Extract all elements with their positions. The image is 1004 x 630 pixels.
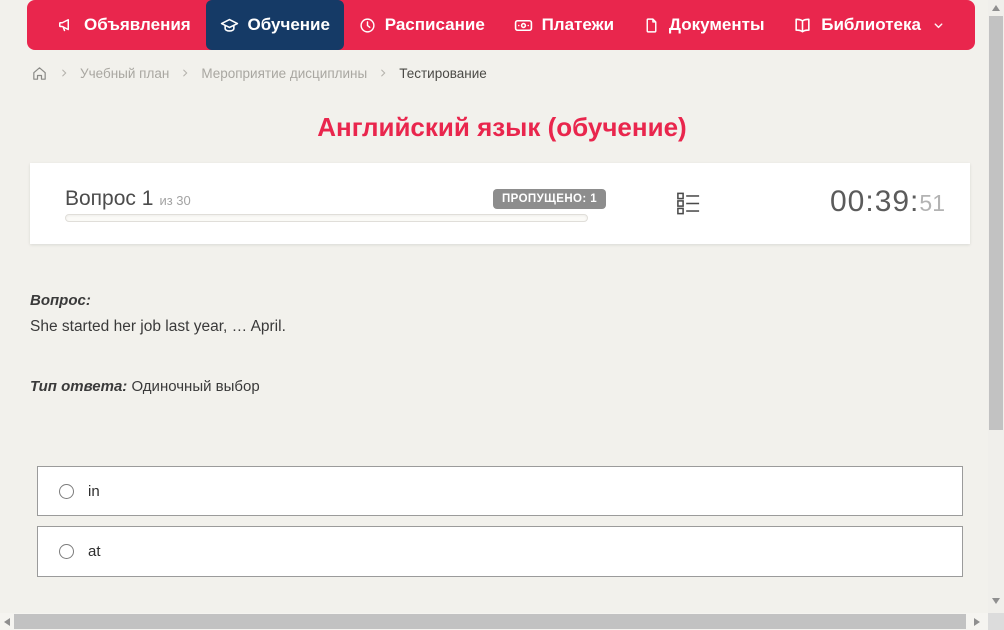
- breadcrumb-discipline-event[interactable]: Мероприятие дисциплины: [201, 66, 367, 81]
- question-total-label: из 30: [159, 193, 190, 208]
- scroll-up-arrow-icon[interactable]: [992, 5, 1000, 11]
- nav-item-label: Документы: [669, 15, 765, 35]
- breadcrumb-separator-icon: [378, 68, 388, 78]
- answer-type-value: Одиночный выбор: [131, 378, 259, 395]
- document-icon: [643, 17, 660, 34]
- question-number-label: Вопрос 1: [65, 187, 153, 210]
- breadcrumb-separator-icon: [180, 68, 190, 78]
- breadcrumb-testing: Тестирование: [399, 66, 487, 81]
- answer-option-at[interactable]: at: [37, 526, 963, 577]
- radio-button[interactable]: [59, 484, 74, 499]
- megaphone-icon: [57, 16, 75, 34]
- nav-item-label: Платежи: [542, 15, 615, 35]
- question-header-card: Вопрос 1 из 30 ПРОПУЩЕНО: 1 00:39:51: [30, 163, 970, 244]
- horizontal-scrollbar[interactable]: [0, 613, 988, 630]
- nav-item-learning[interactable]: Обучение: [206, 0, 344, 50]
- scrollbar-corner: [988, 613, 1004, 630]
- breadcrumb-curriculum[interactable]: Учебный план: [80, 66, 169, 81]
- answer-type-label: Тип ответа:: [30, 378, 127, 395]
- nav-item-schedule[interactable]: Расписание: [345, 0, 499, 50]
- horizontal-scrollbar-thumb[interactable]: [14, 614, 966, 629]
- home-icon[interactable]: [31, 65, 48, 82]
- test-page: Объявления Обучение Расписание Платежи Д: [0, 0, 1004, 630]
- nav-item-label: Объявления: [84, 15, 191, 35]
- nav-item-label: Расписание: [385, 15, 485, 35]
- vertical-scrollbar[interactable]: [988, 0, 1004, 613]
- main-nav: Объявления Обучение Расписание Платежи Д: [27, 0, 975, 50]
- vertical-scrollbar-thumb[interactable]: [989, 16, 1003, 430]
- breadcrumb: Учебный план Мероприятие дисциплины Тест…: [31, 63, 487, 83]
- option-label: in: [88, 483, 100, 500]
- question-number: Вопрос 1 из 30: [65, 187, 191, 211]
- timer-seconds: 51: [919, 190, 945, 216]
- answer-type-line: Тип ответа: Одиночный выбор: [30, 378, 260, 395]
- question-text: She started her job last year, … April.: [30, 318, 286, 336]
- nav-item-documents[interactable]: Документы: [629, 0, 779, 50]
- page-title: Английский язык (обучение): [0, 112, 1004, 143]
- option-label: at: [88, 543, 101, 560]
- nav-item-label: Обучение: [248, 15, 330, 35]
- graduation-cap-icon: [220, 16, 239, 35]
- clock-icon: [359, 17, 376, 34]
- nav-item-library[interactable]: Библиотека: [779, 0, 959, 50]
- nav-item-payments[interactable]: Платежи: [500, 0, 629, 50]
- scroll-right-arrow-icon[interactable]: [974, 618, 980, 626]
- timer-hours-minutes: 00:39:: [830, 185, 919, 218]
- scroll-down-arrow-icon[interactable]: [992, 598, 1000, 604]
- nav-item-label: Библиотека: [821, 15, 921, 35]
- scroll-left-arrow-icon[interactable]: [4, 618, 10, 626]
- breadcrumb-separator-icon: [59, 68, 69, 78]
- open-book-icon: [793, 16, 812, 35]
- question-label: Вопрос:: [30, 292, 91, 309]
- skipped-badge: ПРОПУЩЕНО: 1: [493, 189, 606, 209]
- banknote-icon: [514, 16, 533, 35]
- answer-option-in[interactable]: in: [37, 466, 963, 516]
- radio-button[interactable]: [59, 544, 74, 559]
- chevron-down-icon: [932, 19, 945, 32]
- nav-item-announcements[interactable]: Объявления: [43, 0, 205, 50]
- progress-bar: [65, 214, 588, 222]
- question-list-icon[interactable]: [675, 190, 702, 222]
- timer: 00:39:51: [830, 185, 945, 219]
